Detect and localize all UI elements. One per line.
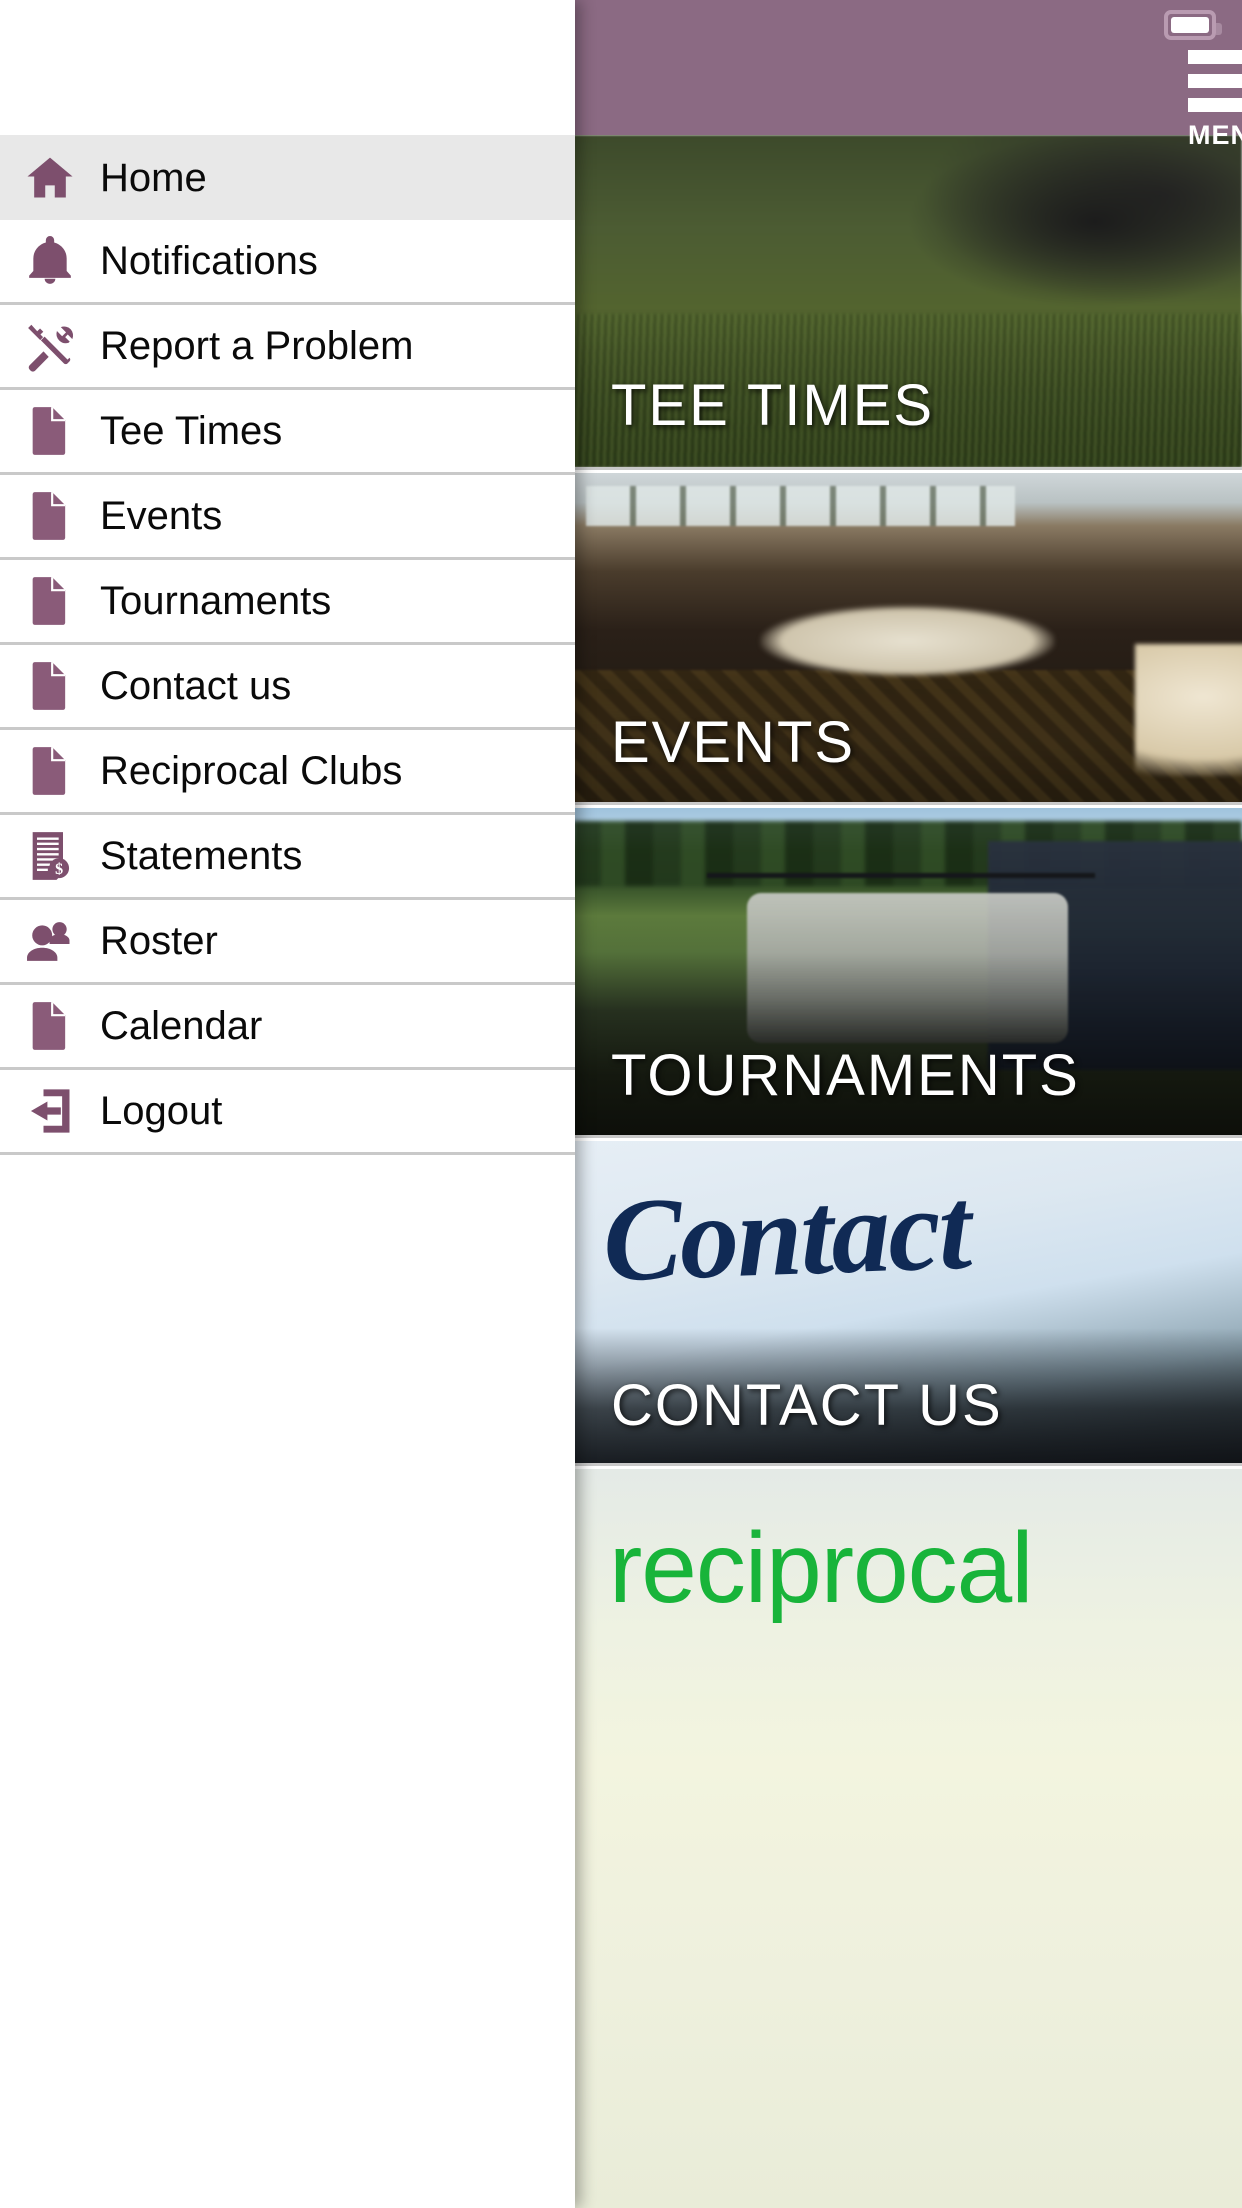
sidebar-item-logout[interactable]: Logout: [0, 1070, 575, 1155]
sidebar-item-statements[interactable]: $ Statements: [0, 815, 575, 900]
sidebar-item-label: Tournaments: [100, 579, 332, 623]
menu-button-label: MENU: [1188, 120, 1242, 150]
sidebar-item-label: Logout: [100, 1089, 223, 1133]
logout-arrow-icon: [22, 1083, 78, 1139]
tile-contact-us[interactable]: Contact CONTACT US: [573, 1141, 1242, 1466]
sidebar-item-label: Reciprocal Clubs: [100, 749, 403, 793]
sidebar-item-label: Report a Problem: [100, 324, 414, 368]
hamburger-menu-icon-bar-3: [1188, 98, 1242, 112]
sidebar-item-label: Tee Times: [100, 409, 283, 453]
tile-tournaments-label: TOURNAMENTS: [611, 1043, 1080, 1108]
tile-tournaments[interactable]: TOURNAMENTS: [573, 808, 1242, 1138]
tile-events[interactable]: EVENTS: [573, 473, 1242, 805]
hamburger-menu-icon: [1188, 50, 1242, 64]
document-icon: [22, 403, 78, 459]
sidebar-item-label: Roster: [100, 919, 218, 963]
tile-tee-times[interactable]: TEE TIMES: [573, 135, 1242, 470]
document-icon: [22, 488, 78, 544]
document-icon: [22, 743, 78, 799]
sidebar-item-contact-us[interactable]: Contact us: [0, 645, 575, 730]
bell-icon: [22, 233, 78, 289]
drawer-top-spacer: [0, 0, 575, 135]
sidebar-item-label: Calendar: [100, 1004, 263, 1048]
hamburger-menu-icon-bar-2: [1188, 74, 1242, 88]
sidebar-item-label: Notifications: [100, 239, 318, 283]
sidebar-item-reciprocal-clubs[interactable]: Reciprocal Clubs: [0, 730, 575, 815]
svg-text:$: $: [55, 861, 63, 878]
tournaments-cart-roof-detail: [706, 873, 1095, 879]
app-header-bar: MENU: [573, 0, 1242, 150]
battery-full-icon: [1164, 10, 1222, 40]
events-windows-detail: [586, 486, 1015, 526]
tile-events-label: EVENTS: [611, 710, 856, 775]
document-icon: [22, 998, 78, 1054]
sidebar-item-report-a-problem[interactable]: Report a Problem: [0, 305, 575, 390]
tournaments-cart-seat-detail: [746, 893, 1069, 1044]
hamburger-menu-button[interactable]: MENU: [1188, 50, 1242, 150]
sidebar-item-calendar[interactable]: Calendar: [0, 985, 575, 1070]
sidebar-item-tee-times[interactable]: Tee Times: [0, 390, 575, 475]
document-icon: [22, 573, 78, 629]
home-icon: [22, 150, 78, 206]
reciprocal-word-art: reciprocal: [609, 1512, 1033, 1624]
tile-tee-times-label: TEE TIMES: [611, 373, 935, 438]
tile-reciprocal[interactable]: reciprocal: [573, 1469, 1242, 2208]
document-icon: [22, 658, 78, 714]
sidebar-item-roster[interactable]: Roster: [0, 900, 575, 985]
invoice-dollar-icon: $: [22, 828, 78, 884]
sidebar-item-events[interactable]: Events: [0, 475, 575, 560]
sidebar-item-notifications[interactable]: Notifications: [0, 220, 575, 305]
sidebar-item-label: Statements: [100, 834, 303, 878]
navigation-drawer: Home Notifications Report a Problem Tee …: [0, 0, 575, 2208]
tools-icon: [22, 318, 78, 374]
tile-contact-us-label: CONTACT US: [611, 1373, 1003, 1438]
drawer-empty-area: [0, 1155, 575, 2155]
sidebar-item-label: Events: [100, 494, 223, 538]
sidebar-item-label: Home: [100, 155, 207, 200]
people-icon: [22, 913, 78, 969]
sidebar-item-tournaments[interactable]: Tournaments: [0, 560, 575, 645]
sidebar-item-home[interactable]: Home: [0, 135, 575, 220]
events-table-detail-2: [1134, 644, 1242, 776]
events-table-detail: [760, 604, 1055, 677]
contact-script-art: Contact: [600, 1162, 972, 1307]
sidebar-item-label: Contact us: [100, 664, 292, 708]
app-root: TEE TIMES EVENTS TOURNAMENTS Contact CON…: [0, 0, 1242, 2208]
